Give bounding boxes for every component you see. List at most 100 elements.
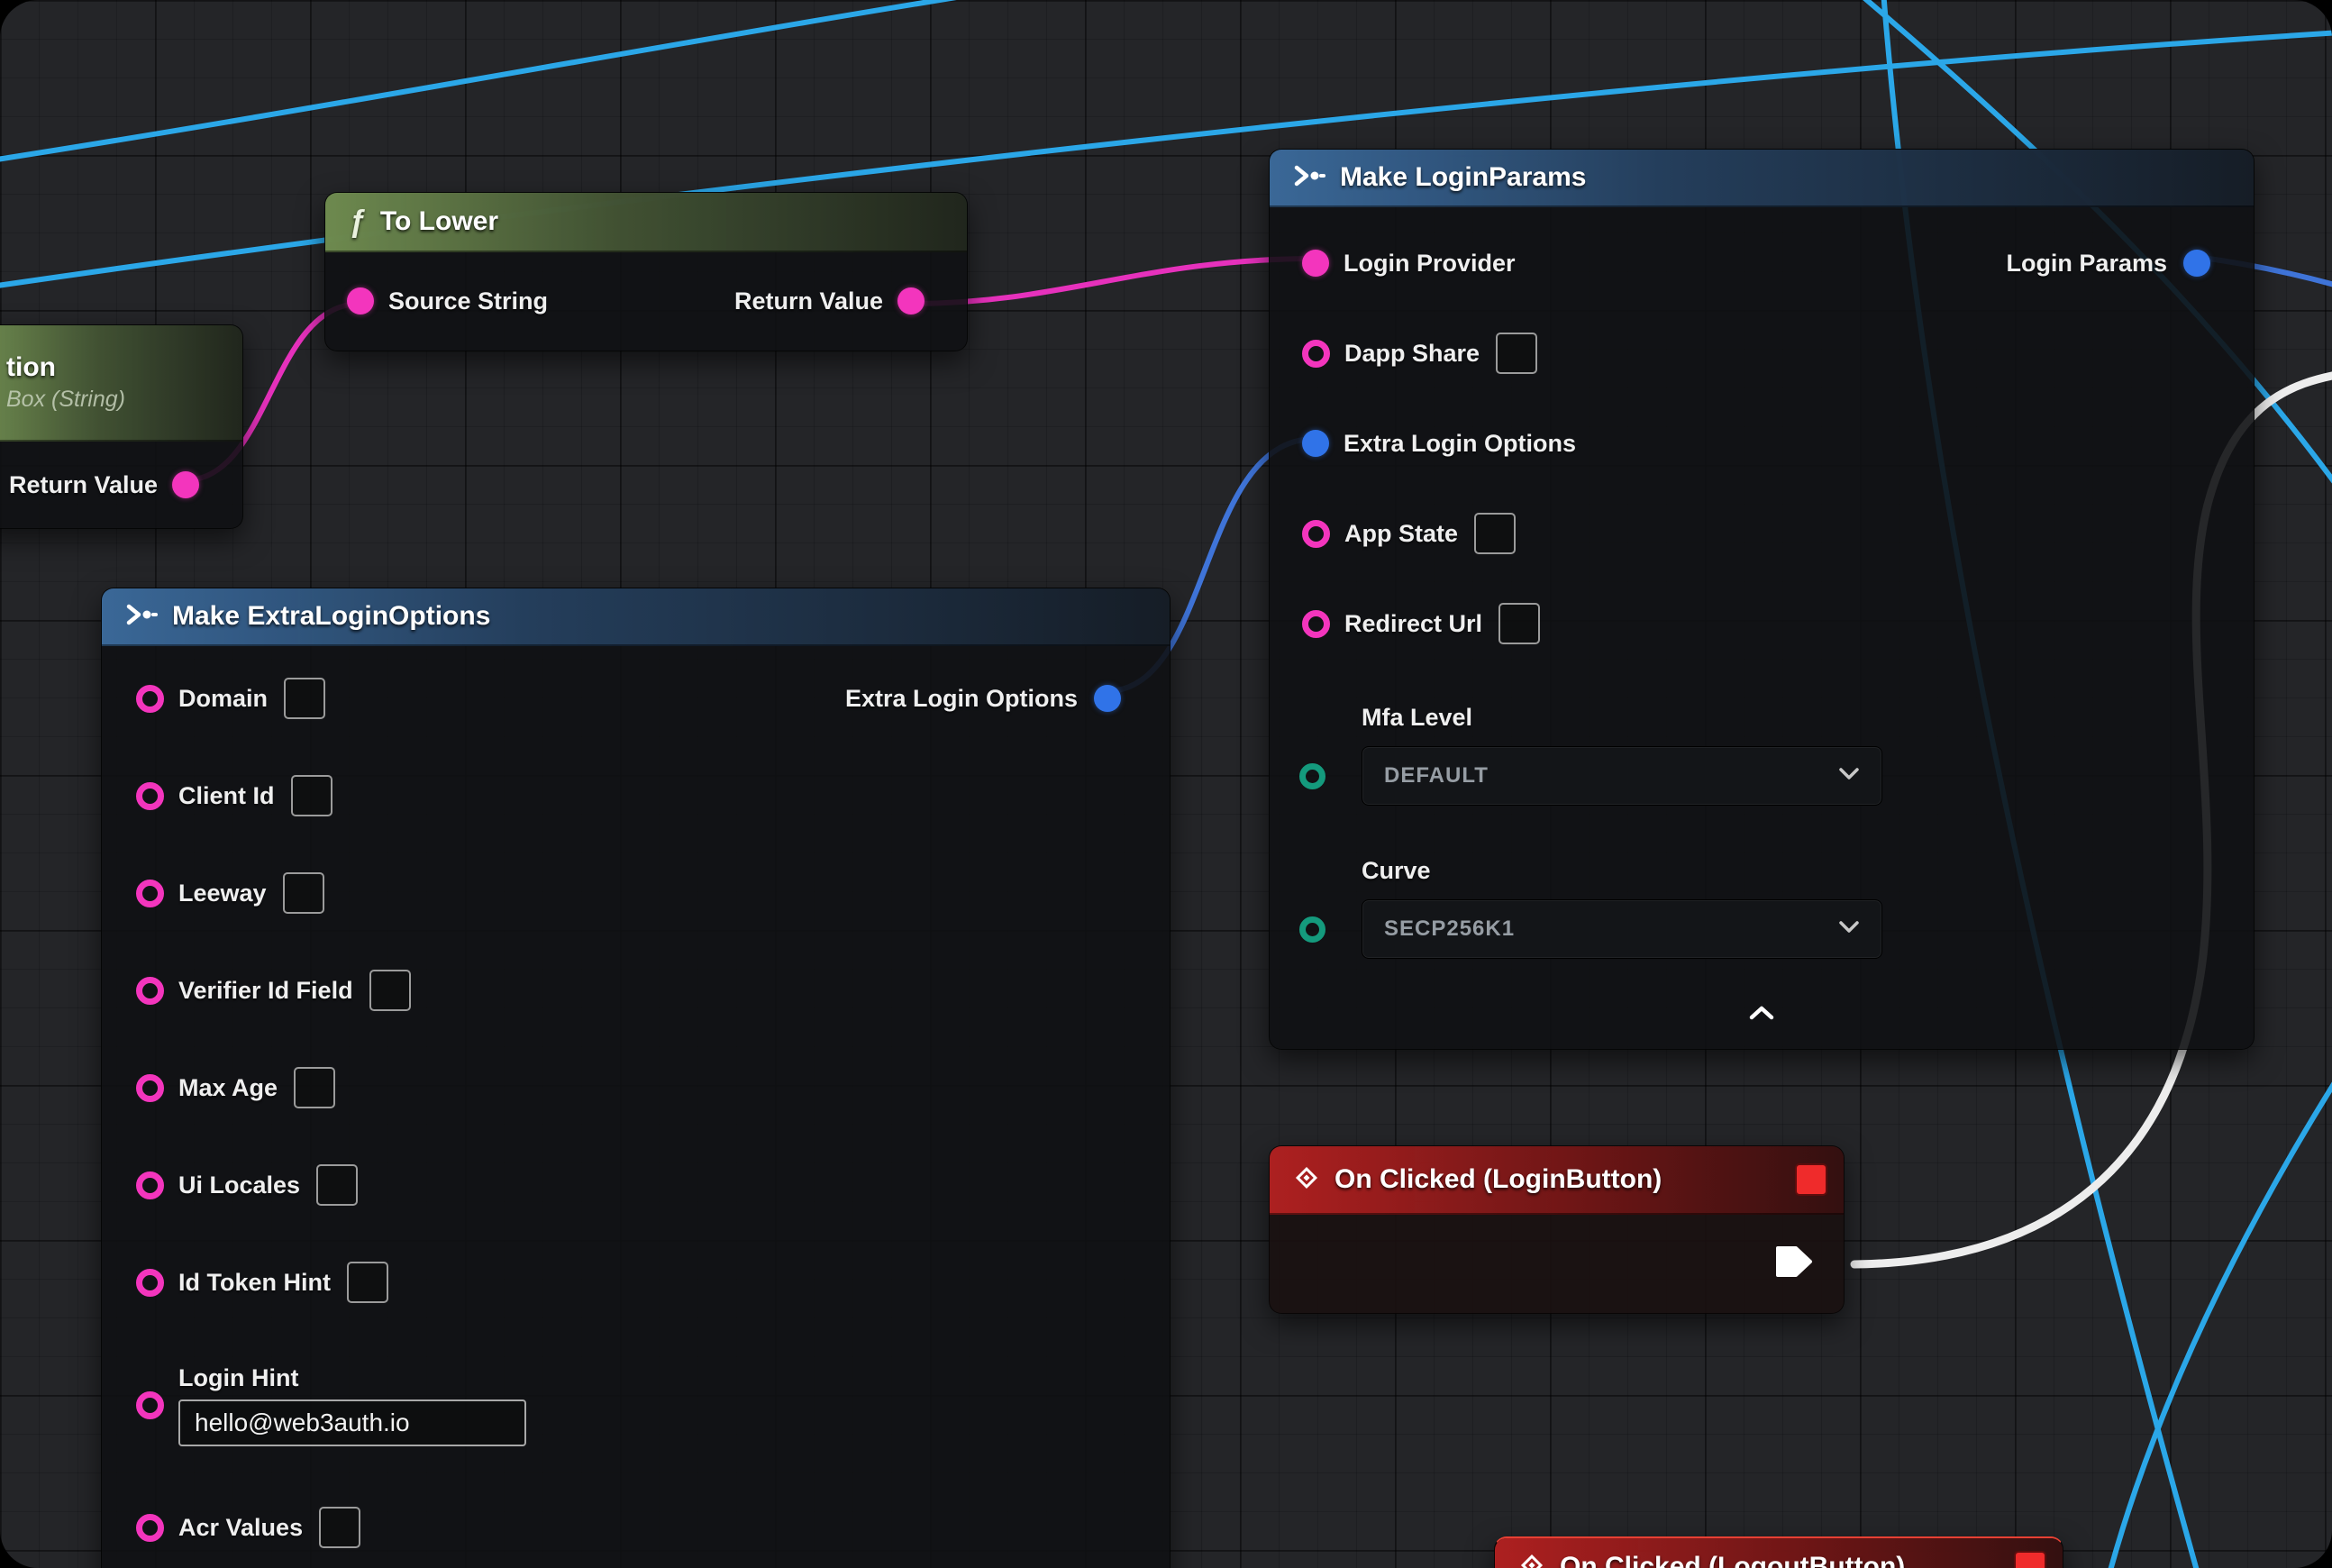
pin-label-client-id: Client Id bbox=[178, 782, 275, 810]
id-token-hint-input[interactable] bbox=[347, 1262, 388, 1303]
pin-label-login-params-out: Login Params bbox=[2006, 250, 2167, 278]
domain-input[interactable] bbox=[284, 678, 325, 719]
pin-acr-values[interactable] bbox=[136, 1514, 164, 1542]
make-struct-icon bbox=[125, 601, 158, 633]
node-header[interactable]: Make ExtraLoginOptions bbox=[102, 588, 1170, 646]
pin-label-id-token-hint: Id Token Hint bbox=[178, 1269, 331, 1297]
verifier-id-field-input[interactable] bbox=[369, 970, 411, 1011]
delegate-pin[interactable] bbox=[2014, 1551, 2046, 1568]
pin-return-value-out[interactable] bbox=[897, 287, 925, 315]
function-icon: ƒ bbox=[349, 205, 366, 240]
pin-label-max-age: Max Age bbox=[178, 1074, 278, 1102]
node-title: Make ExtraLoginOptions bbox=[172, 601, 490, 632]
pin-label-extra-login-options: Extra Login Options bbox=[1344, 430, 1576, 458]
node-title: Make LoginParams bbox=[1340, 162, 1586, 193]
blueprint-canvas[interactable]: tion Box (String) Return Value ƒ To Lowe… bbox=[0, 0, 2332, 1568]
delegate-pin[interactable] bbox=[1795, 1163, 1827, 1196]
pin-row: Login Provider Login Params bbox=[1270, 218, 2254, 308]
node-title: tion bbox=[6, 352, 56, 383]
client-id-input[interactable] bbox=[291, 775, 332, 816]
app-state-input[interactable] bbox=[1474, 513, 1516, 554]
node-make-loginparams[interactable]: Make LoginParams Login Provider Login Pa… bbox=[1269, 149, 2255, 1050]
node-title: On Clicked (LoginButton) bbox=[1335, 1164, 1662, 1195]
collapse-node-button[interactable] bbox=[1748, 1005, 1775, 1026]
pin-login-provider[interactable] bbox=[1302, 250, 1329, 277]
node-onclicked-logoutbutton[interactable]: On Clicked (LogoutButton) bbox=[1494, 1536, 2063, 1568]
pin-extra-login-options-out[interactable] bbox=[1094, 685, 1121, 712]
node-onclicked-loginbutton[interactable]: On Clicked (LoginButton) bbox=[1269, 1145, 1845, 1314]
make-struct-icon bbox=[1293, 162, 1325, 194]
pin-login-params-out[interactable] bbox=[2183, 250, 2210, 277]
max-age-input[interactable] bbox=[294, 1067, 335, 1108]
pin-row: Dapp Share bbox=[1270, 308, 2254, 398]
wire-cyan-bottom-right[interactable] bbox=[2109, 1072, 2332, 1568]
node-header[interactable]: On Clicked (LoginButton) bbox=[1270, 1146, 1844, 1215]
chevron-down-icon bbox=[1838, 767, 1860, 785]
pin-label-app-state: App State bbox=[1344, 520, 1458, 548]
event-icon bbox=[1518, 1552, 1545, 1568]
curve-dropdown[interactable]: SECP256K1 bbox=[1362, 899, 1882, 959]
pin-return-value-out[interactable] bbox=[172, 471, 199, 498]
node-header[interactable]: ƒ To Lower bbox=[325, 193, 967, 252]
leeway-input[interactable] bbox=[283, 872, 324, 914]
wire-tolower-to-loginprovider[interactable] bbox=[910, 259, 1315, 304]
pin-row: Extra Login Options bbox=[1270, 398, 2254, 488]
pin-label-curve: Curve bbox=[1362, 849, 2254, 892]
wire-cyan-top-steep[interactable] bbox=[0, 0, 996, 160]
node-title: To Lower bbox=[380, 206, 498, 237]
pin-leeway[interactable] bbox=[136, 880, 164, 907]
pin-verifier-id-field[interactable] bbox=[136, 977, 164, 1005]
pin-id-token-hint[interactable] bbox=[136, 1269, 164, 1297]
pin-label-acr-values: Acr Values bbox=[178, 1514, 303, 1542]
node-make-extraloginoptions[interactable]: Make ExtraLoginOptions Domain Extra Logi… bbox=[101, 588, 1171, 1568]
pin-row: App State bbox=[1270, 488, 2254, 579]
pin-label-login-provider: Login Provider bbox=[1344, 250, 1516, 278]
curve-value: SECP256K1 bbox=[1384, 916, 1515, 942]
pin-dapp-share[interactable] bbox=[1302, 340, 1330, 368]
pin-label-redirect-url: Redirect Url bbox=[1344, 610, 1482, 638]
pin-row: Ui Locales bbox=[102, 1136, 1170, 1234]
event-icon bbox=[1293, 1164, 1320, 1196]
node-title: On Clicked (LogoutButton) bbox=[1560, 1552, 1905, 1568]
pin-label-leeway: Leeway bbox=[178, 880, 267, 907]
pin-label-mfa-level: Mfa Level bbox=[1362, 696, 2254, 739]
mfa-level-dropdown[interactable]: DEFAULT bbox=[1362, 746, 1882, 806]
node-green-partial[interactable]: tion Box (String) Return Value bbox=[0, 324, 243, 529]
pin-mfa-level[interactable] bbox=[1299, 763, 1325, 789]
login-hint-input[interactable]: hello@web3auth.io bbox=[178, 1399, 526, 1446]
pin-extra-login-options-in[interactable] bbox=[1302, 430, 1329, 457]
pin-row: Acr Values bbox=[102, 1479, 1170, 1568]
node-header[interactable]: Make LoginParams bbox=[1270, 150, 2254, 207]
pin-app-state[interactable] bbox=[1302, 520, 1330, 548]
pin-row: Leeway bbox=[102, 844, 1170, 942]
pin-curve[interactable] bbox=[1299, 916, 1325, 943]
chevron-down-icon bbox=[1838, 920, 1860, 938]
pin-redirect-url[interactable] bbox=[1302, 610, 1330, 638]
pin-row: Login Hint hello@web3auth.io bbox=[102, 1331, 1170, 1479]
pin-label-return-value: Return Value bbox=[734, 287, 883, 315]
node-to-lower[interactable]: ƒ To Lower Source String Return Value bbox=[324, 192, 968, 351]
pin-label-verifier-id-field: Verifier Id Field bbox=[178, 977, 353, 1005]
mfa-level-block: Mfa Level DEFAULT bbox=[1270, 696, 2254, 806]
pin-domain[interactable] bbox=[136, 685, 164, 713]
curve-block: Curve SECP256K1 bbox=[1270, 849, 2254, 959]
node-header[interactable]: tion Box (String) bbox=[0, 325, 242, 442]
pin-row: Verifier Id Field bbox=[102, 942, 1170, 1039]
pin-label-extra-login-options-out: Extra Login Options bbox=[845, 685, 1078, 713]
dapp-share-input[interactable] bbox=[1496, 333, 1537, 374]
pin-client-id[interactable] bbox=[136, 782, 164, 810]
exec-output-pin[interactable] bbox=[1774, 1244, 1814, 1284]
pin-max-age[interactable] bbox=[136, 1074, 164, 1102]
node-header[interactable]: On Clicked (LogoutButton) bbox=[1495, 1538, 2063, 1568]
pin-label-domain: Domain bbox=[178, 685, 268, 713]
pin-label-ui-locales: Ui Locales bbox=[178, 1171, 300, 1199]
redirect-url-input[interactable] bbox=[1498, 603, 1540, 644]
ui-locales-input[interactable] bbox=[316, 1164, 358, 1206]
pin-login-hint[interactable] bbox=[136, 1391, 164, 1419]
pin-label-return-value: Return Value bbox=[9, 471, 158, 499]
acr-values-input[interactable] bbox=[319, 1507, 360, 1548]
pin-ui-locales[interactable] bbox=[136, 1171, 164, 1199]
pin-row: Client Id bbox=[102, 747, 1170, 844]
pin-row: Redirect Url bbox=[1270, 579, 2254, 669]
pin-source-string[interactable] bbox=[347, 287, 374, 315]
